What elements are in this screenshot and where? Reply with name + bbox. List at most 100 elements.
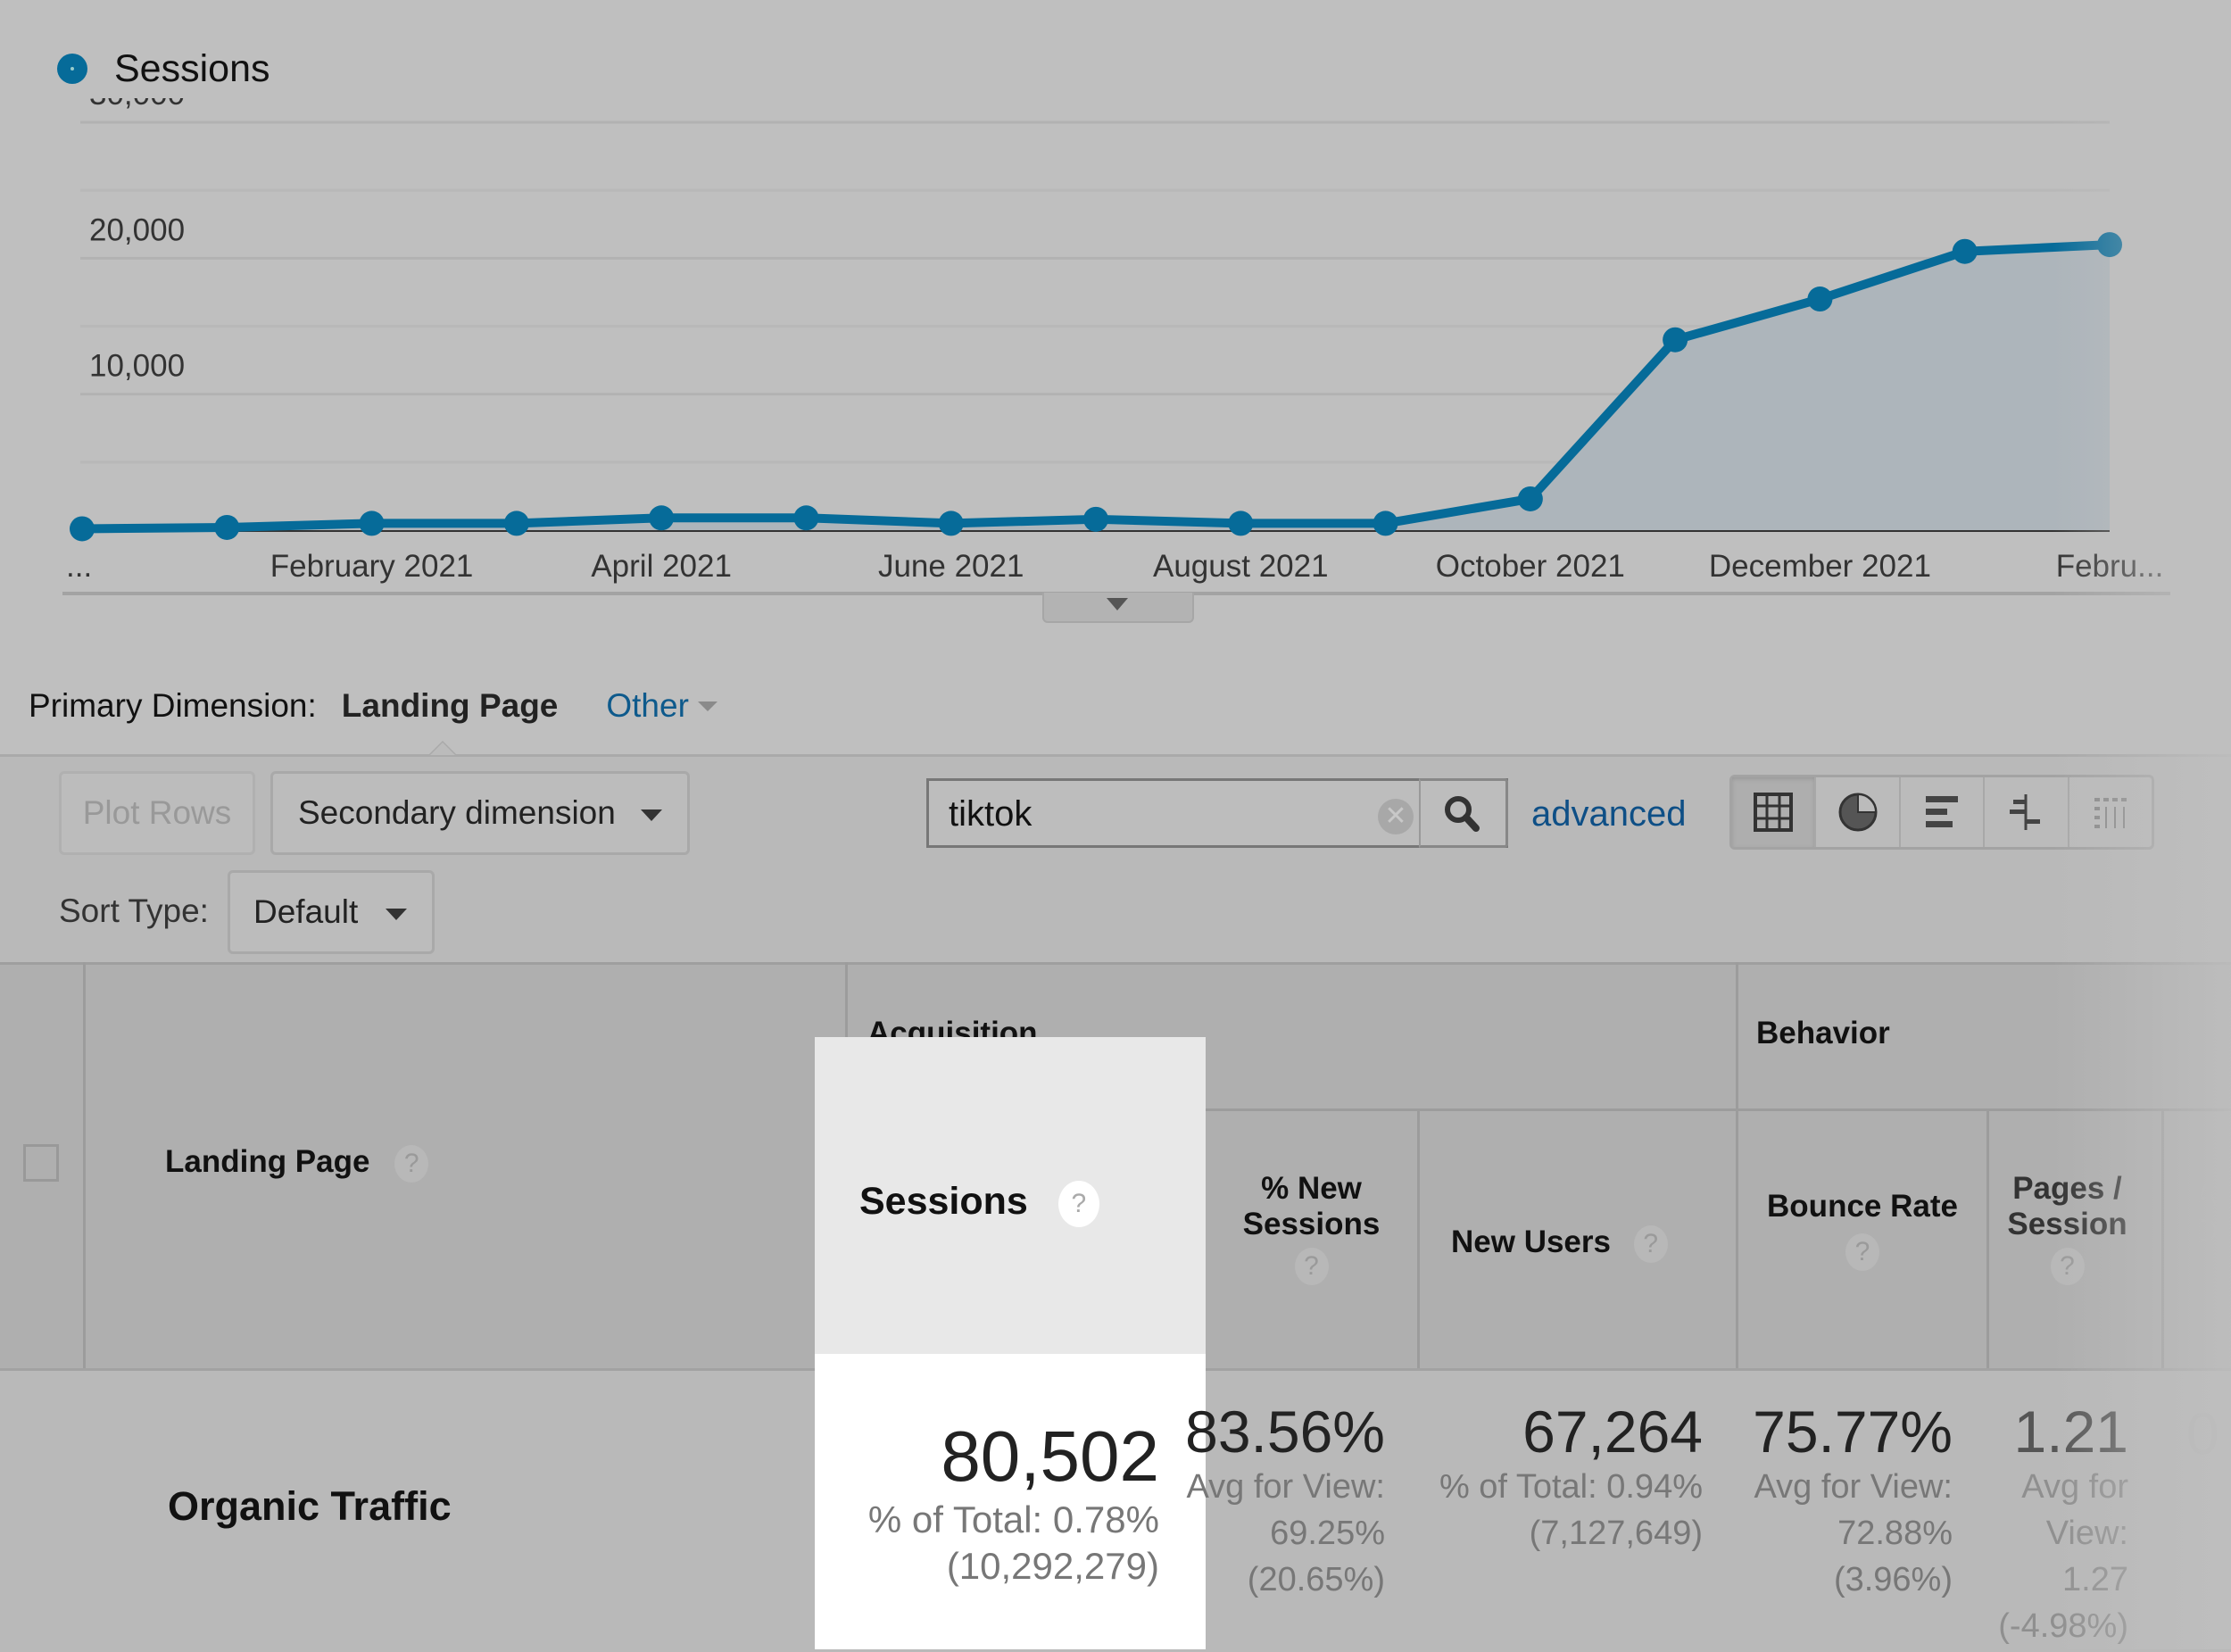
x-tick-label: October 2021 <box>1436 549 1625 584</box>
sessions-legend-dot-icon <box>57 54 87 84</box>
data-point[interactable] <box>1517 486 1543 511</box>
sort-type-value: Default <box>253 893 359 930</box>
view-data-table-button[interactable] <box>1732 777 1817 847</box>
advanced-filter-link[interactable]: advanced <box>1531 794 1686 834</box>
data-point[interactable] <box>793 505 819 531</box>
help-icon[interactable]: ? <box>1845 1233 1879 1271</box>
primary-dimension-label: Primary Dimension: <box>29 687 317 724</box>
pages-per-session-avg-label-2: View: <box>2045 1515 2128 1552</box>
sessions-column-header[interactable]: Sessions ? <box>815 1037 1206 1354</box>
chevron-down-icon <box>1107 598 1128 610</box>
chevron-down-icon <box>641 809 662 821</box>
pages-per-session-avg-value: 1.27 <box>2062 1561 2128 1598</box>
behavior-group-header: Behavior <box>1756 1016 1890 1050</box>
data-point[interactable] <box>1373 511 1398 536</box>
view-type-group <box>1729 775 2154 850</box>
pct-new-sessions-column-header[interactable]: % New Sessions ? <box>1206 1171 1417 1285</box>
data-point[interactable] <box>1952 238 1978 264</box>
sessions-value: 80,502 <box>941 1416 1159 1496</box>
secondary-dimension-dropdown[interactable]: Secondary dimension <box>270 771 690 855</box>
data-point[interactable] <box>70 516 95 542</box>
bounce-rate-delta: (3.96%) <box>1833 1561 1953 1598</box>
help-icon[interactable]: ? <box>2050 1248 2085 1285</box>
data-point[interactable] <box>649 505 675 531</box>
pages-per-session-column-header[interactable]: Pages / Session ? <box>1989 1171 2145 1285</box>
sort-type-dropdown[interactable]: Default <box>228 870 435 954</box>
data-point[interactable] <box>503 511 529 536</box>
new-users-pct-total: % of Total: 0.94% <box>1439 1468 1703 1506</box>
pages-per-session-avg-label-1: Avg for <box>2021 1468 2128 1506</box>
view-performance-button[interactable] <box>1901 777 1986 847</box>
x-tick-label: August 2021 <box>1153 549 1329 584</box>
pct-new-sessions-label-line2: Sessions <box>1242 1207 1381 1241</box>
view-pie-chart-button[interactable] <box>1816 777 1901 847</box>
new-users-total: (7,127,649) <box>1529 1515 1703 1552</box>
x-tick-label: ... <box>66 549 92 584</box>
help-icon[interactable]: ? <box>394 1144 429 1183</box>
pct-new-sessions-label-line1: % New <box>1261 1171 1362 1206</box>
data-point[interactable] <box>214 514 240 540</box>
primary-dimension-landing-page[interactable]: Landing Page <box>342 687 559 725</box>
help-icon[interactable]: ? <box>1294 1248 1329 1285</box>
x-tick-label: June 2021 <box>878 549 1024 584</box>
primary-dimension-other-link[interactable]: Other <box>606 687 689 725</box>
pages-session-label-line1: Pages / <box>2012 1171 2122 1206</box>
sessions-pct-total: % of Total: 0.78% <box>867 1498 1159 1540</box>
partial-header-line1: A <box>2195 1178 2218 1213</box>
data-point[interactable] <box>1228 511 1254 536</box>
landing-page-header-label: Landing Page <box>165 1144 370 1179</box>
sessions-metric: 80,502 % of Total: 0.78% (10,292,279) <box>868 1416 1159 1590</box>
x-tick-label: December 2021 <box>1709 549 1931 584</box>
landing-page-column-header[interactable]: Landing Page ? <box>165 1144 429 1183</box>
chevron-down-icon <box>386 909 407 920</box>
new-users-value: 67,264 <box>1522 1399 1703 1465</box>
comparison-icon <box>2010 794 2041 830</box>
collapse-chart-button[interactable] <box>1042 593 1194 623</box>
pct-new-sessions-avg-label: Avg for View: <box>1186 1468 1386 1506</box>
sessions-area-fill <box>82 245 2110 530</box>
y-tick-label: 30,000 <box>89 98 185 112</box>
bounce-rate-header-label: Bounce Rate <box>1767 1189 1958 1224</box>
pie-chart-icon <box>1838 793 1878 832</box>
selected-dimension-pointer <box>428 741 457 755</box>
select-all-checkbox[interactable] <box>23 1144 59 1182</box>
pivot-icon <box>2094 798 2127 828</box>
pages-per-session-delta: (-4.98%) <box>1998 1607 2128 1645</box>
data-point[interactable] <box>1663 327 1688 353</box>
chevron-down-icon[interactable] <box>697 701 717 711</box>
data-point[interactable] <box>1083 506 1108 532</box>
search-button[interactable] <box>1419 778 1508 848</box>
pages-per-session-metric: 1.21 Avg for View: 1.27 (-4.98%) <box>1998 1399 2128 1649</box>
bounce-rate-avg-label: Avg for View: <box>1754 1468 1953 1506</box>
avg-session-duration-column-header-partial[interactable]: A D <box>2195 1178 2218 1249</box>
data-point[interactable] <box>938 511 964 536</box>
secondary-dimension-label: Secondary dimension <box>298 794 616 831</box>
magnifier-icon <box>1445 796 1480 832</box>
sessions-header-content: Sessions ? <box>859 1180 1099 1227</box>
bounce-rate-column-header[interactable]: Bounce Rate ? <box>1738 1189 1986 1271</box>
data-point[interactable] <box>1807 286 1833 312</box>
data-point[interactable] <box>2097 232 2122 258</box>
new-users-column-header[interactable]: New Users ? <box>1437 1224 1746 1263</box>
x-tick-label: Febru... <box>2056 549 2164 584</box>
chart-legend[interactable]: Sessions <box>57 46 270 91</box>
landing-page-cell[interactable]: Organic Traffic <box>168 1483 452 1530</box>
bounce-rate-metric: 75.77% Avg for View: 72.88% (3.96%) <box>1753 1399 1953 1603</box>
pct-new-sessions-delta: (20.65%) <box>1247 1561 1385 1598</box>
grid-table-icon <box>1754 793 1794 832</box>
data-point[interactable] <box>359 511 385 536</box>
x-tick-label: February 2021 <box>270 549 474 584</box>
plot-rows-button[interactable]: Plot Rows <box>59 771 255 855</box>
pages-session-label-line2: Session <box>2007 1207 2127 1241</box>
bounce-rate-avg-value: 72.88% <box>1837 1515 1953 1552</box>
new-users-header-label: New Users <box>1451 1224 1611 1259</box>
sessions-total: (10,292,279) <box>946 1545 1159 1587</box>
view-comparison-button[interactable] <box>1985 777 2069 847</box>
primary-dimension-row: Primary Dimension: Landing Page Other <box>29 687 717 725</box>
sessions-line-chart: 10,000 20,000 30,000 ... February 2021 April… <box>62 98 2170 595</box>
table-filter-input[interactable] <box>947 788 1379 840</box>
help-icon[interactable]: ? <box>1057 1180 1099 1227</box>
help-icon[interactable]: ? <box>1633 1224 1668 1263</box>
clear-search-icon[interactable]: ✕ <box>1378 799 1414 834</box>
view-term-cloud-button[interactable] <box>2069 777 2152 847</box>
